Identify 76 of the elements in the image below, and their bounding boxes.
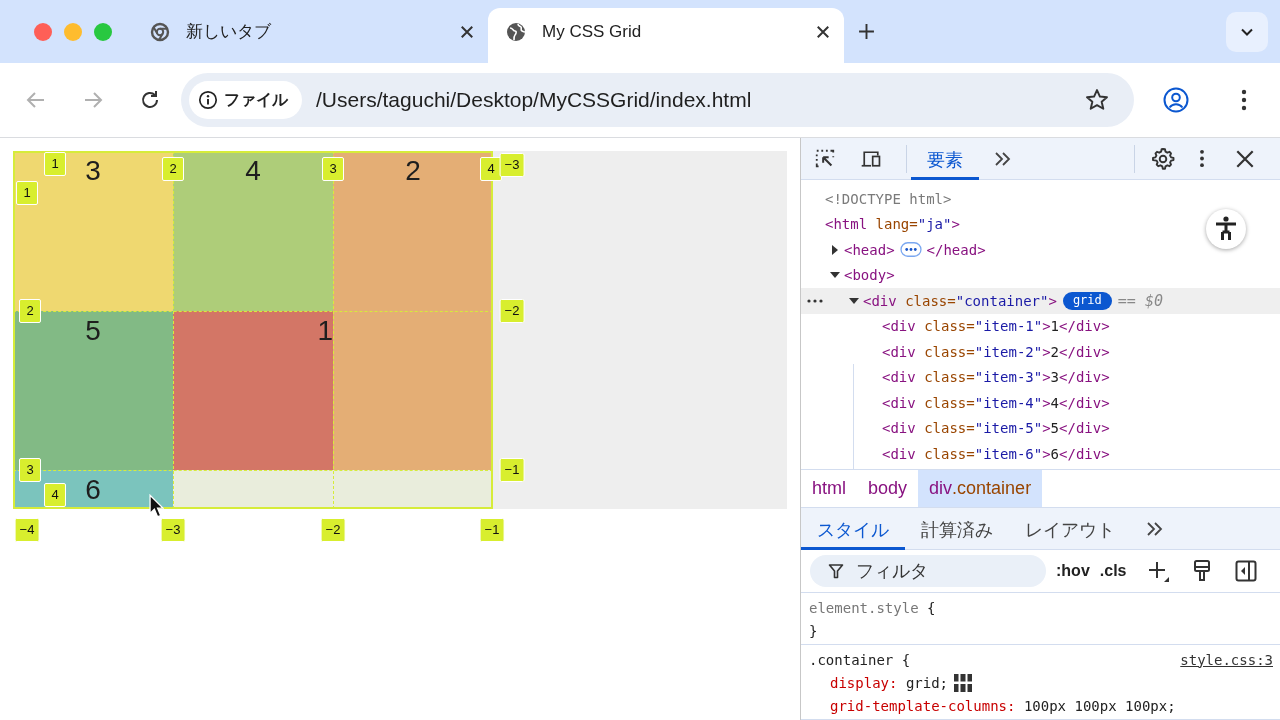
- caret-icon: [1241, 28, 1253, 36]
- settings-icon[interactable]: [1151, 146, 1175, 171]
- more-tabs-icon[interactable]: [993, 150, 1013, 167]
- ellipsis-icon[interactable]: [899, 242, 922, 258]
- menu-icon[interactable]: [1241, 89, 1247, 111]
- css-selector-line: .container {: [809, 651, 911, 668]
- dom-node-line[interactable]: <div class="container">: [863, 292, 1057, 309]
- expanded-triangle-icon[interactable]: [849, 295, 859, 306]
- browser-tab[interactable]: My CSS Grid: [488, 8, 844, 63]
- grid-line-number: 3: [322, 157, 344, 181]
- url-text: /Users/taguchi/Desktop/MyCSSGrid/index.html: [316, 88, 752, 112]
- css-selector-line: element.style {: [809, 599, 936, 616]
- stylesheet-link[interactable]: style.css:3: [1180, 651, 1273, 668]
- dom-node-line[interactable]: <head>: [844, 241, 895, 258]
- more-options-icon[interactable]: [1199, 149, 1205, 168]
- dom-node-line[interactable]: <div class="item-1">1</div>: [882, 318, 1110, 335]
- style-toggle-button[interactable]: .cls: [1099, 562, 1127, 580]
- browser-tab[interactable]: 新しいタブ: [132, 8, 488, 63]
- info-icon: [198, 90, 218, 110]
- grid-line-number: 4: [480, 157, 502, 181]
- grid-line-number: −1: [499, 458, 525, 482]
- css-closing-brace: }: [809, 622, 818, 639]
- new-rule-icon[interactable]: [1146, 559, 1171, 583]
- dom-closing-tag: </head>: [926, 241, 986, 258]
- css-declaration: grid-template-columns: 100px 100px 100px;: [830, 697, 1176, 714]
- filter-icon: [828, 563, 844, 579]
- bookmark-star-icon[interactable]: [1084, 87, 1110, 113]
- dom-node-line[interactable]: <div class="item-6">6</div>: [882, 445, 1110, 462]
- mouse-cursor-icon: [149, 494, 164, 518]
- grid-line-number: 2: [162, 157, 184, 181]
- chrome-icon: [150, 21, 170, 42]
- grid-line-number: 2: [19, 299, 41, 323]
- dom-node-line[interactable]: <!DOCTYPE html>: [825, 190, 952, 207]
- grid-item: 1: [173, 311, 333, 470]
- selected-node-marker: == $0: [1117, 291, 1163, 310]
- grid-line-number: 1: [44, 152, 66, 176]
- collapsed-triangle-icon[interactable]: [830, 244, 840, 255]
- grid-line-number: −2: [499, 299, 525, 323]
- styles-pane-tab[interactable]: レイアウト: [1009, 507, 1131, 550]
- sidebar-toggle-icon[interactable]: [1234, 559, 1259, 583]
- grid-editor-icon[interactable]: [954, 673, 973, 692]
- dom-node-line[interactable]: <body>: [844, 267, 895, 284]
- grid-line-number: −2: [320, 518, 346, 542]
- grid-line-number: 1: [16, 181, 38, 205]
- dom-node-line[interactable]: <div class="item-4">4</div>: [882, 394, 1110, 411]
- file-label: ファイル: [224, 89, 288, 110]
- breadcrumb[interactable]: div.container: [918, 470, 1043, 507]
- address-bar[interactable]: ファイル /Users/taguchi/Desktop/MyCSSGrid/index.html: [181, 73, 1134, 127]
- dom-node-line[interactable]: <div class="item-2">2</div>: [882, 343, 1110, 360]
- filter-field[interactable]: フィルタ: [810, 555, 1046, 587]
- grid-line-number: 4: [44, 483, 66, 507]
- grid-line-number: 3: [19, 458, 41, 482]
- dom-node-line[interactable]: <div class="item-5">5</div>: [882, 420, 1110, 437]
- elements-tab[interactable]: 要素: [911, 137, 979, 180]
- close-tab-icon[interactable]: [816, 24, 830, 39]
- dom-node-line[interactable]: <html lang="ja">: [825, 216, 960, 233]
- styles-pane-tab[interactable]: スタイル: [801, 507, 905, 550]
- more-icon[interactable]: [807, 299, 823, 303]
- dom-node-line[interactable]: <div class="item-3">3</div>: [882, 369, 1110, 386]
- style-toggle-button[interactable]: :hov: [1056, 562, 1090, 580]
- globe-icon: [506, 21, 526, 42]
- grid-line-number: −1: [479, 518, 505, 542]
- grid-line-number: −3: [160, 518, 186, 542]
- breadcrumb[interactable]: html: [801, 470, 857, 507]
- profile-icon[interactable]: [1163, 87, 1189, 113]
- styles-pane-tab[interactable]: 計算済み: [905, 507, 1009, 550]
- site-info-chip[interactable]: ファイル: [189, 81, 302, 119]
- new-tab-icon[interactable]: [858, 23, 875, 40]
- inspect-element-icon[interactable]: [814, 147, 836, 170]
- grid-badge[interactable]: grid: [1062, 291, 1112, 310]
- css-declaration: display: grid;: [830, 674, 949, 691]
- close-tab-icon[interactable]: [460, 24, 474, 39]
- grid-line-number: −3: [499, 153, 525, 177]
- breadcrumb[interactable]: body: [857, 470, 919, 507]
- more-tabs-icon[interactable]: [1145, 520, 1165, 537]
- grid-line-number: −4: [14, 518, 40, 542]
